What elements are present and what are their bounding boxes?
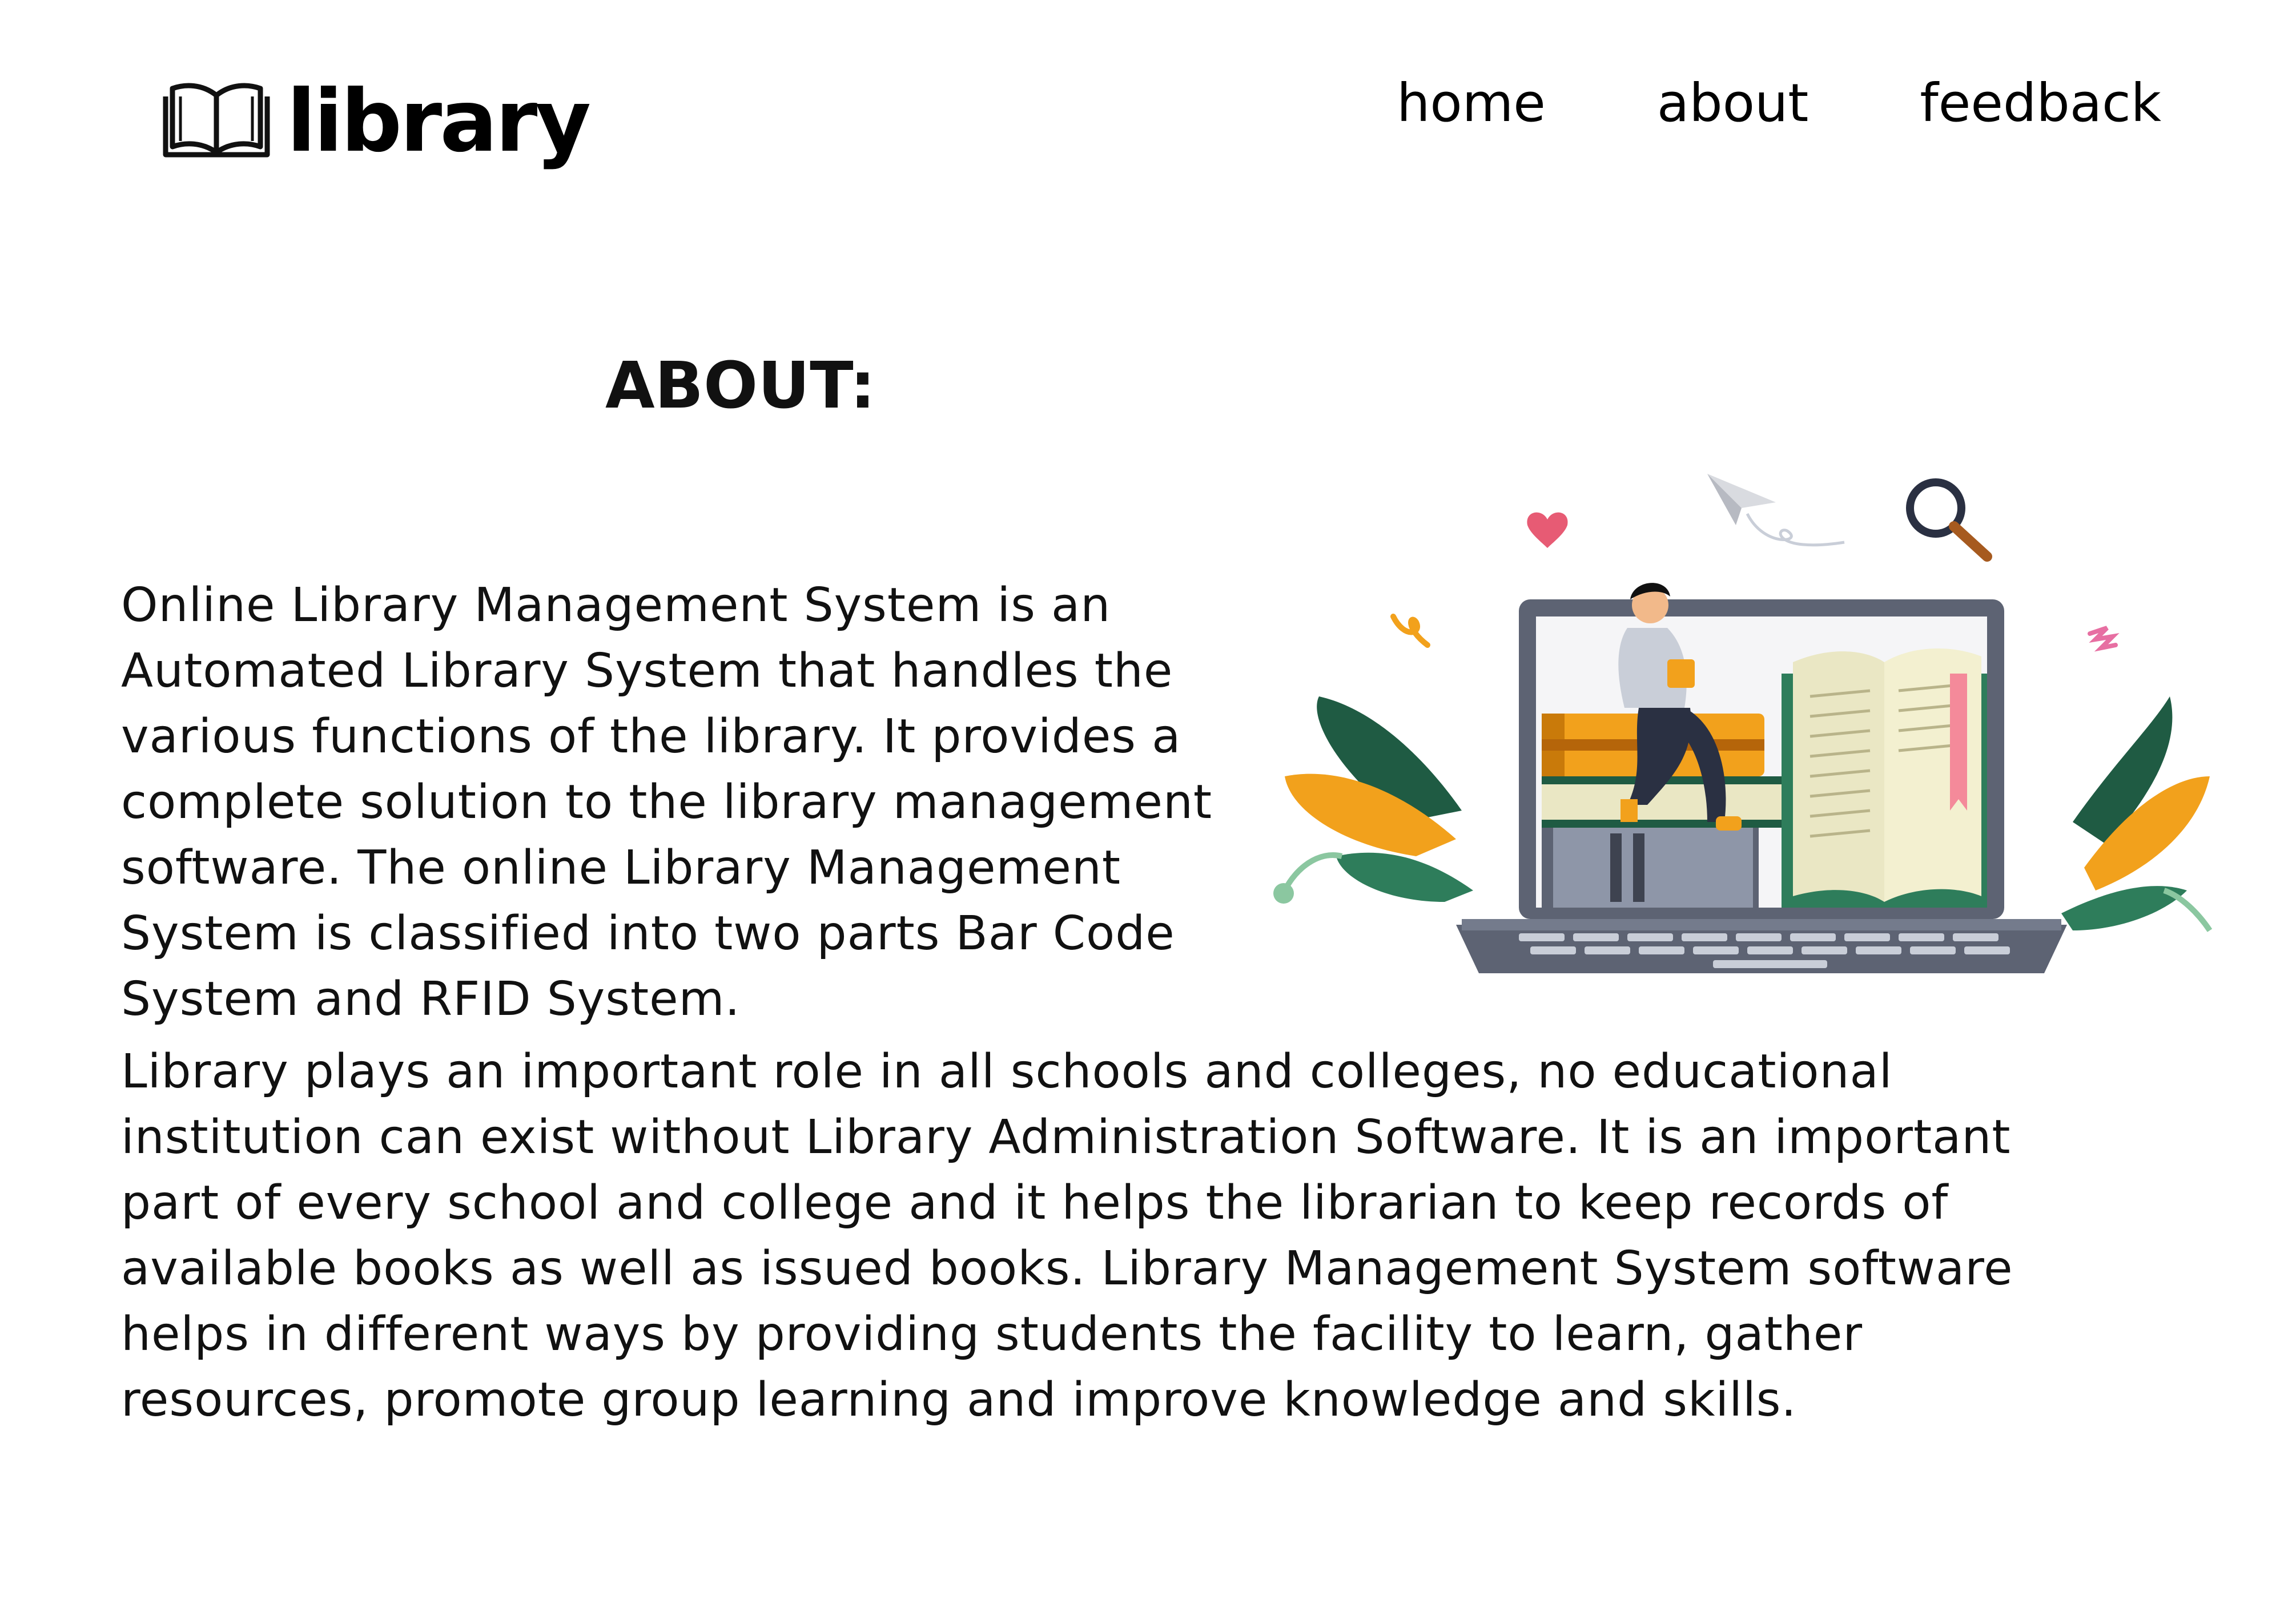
nav-link-feedback[interactable]: feedback [1920,77,2161,130]
open-book-icon [163,83,270,158]
about-paragraph-1: Online Library Management System is an A… [121,578,1213,1026]
about-paragraph-2: Library plays an important role in all s… [121,1045,2013,1427]
leaves-left-illustration [1273,696,1473,904]
nav-link-about[interactable]: about [1657,77,1808,130]
brand-name: library [287,72,591,171]
leaves-right-illustration [2061,696,2213,932]
nav-link-home[interactable]: home [1397,77,1546,130]
open-book-illustration [1782,648,1987,908]
about-page: library home about feedback ABOUT: Onlin… [0,0,2284,1624]
brand-logo[interactable]: library [162,72,591,171]
main-nav: home about feedback [1397,77,2161,130]
person-reading-on-laptop-with-books-illustration [1273,474,2213,973]
page-title: ABOUT: [605,349,876,423]
